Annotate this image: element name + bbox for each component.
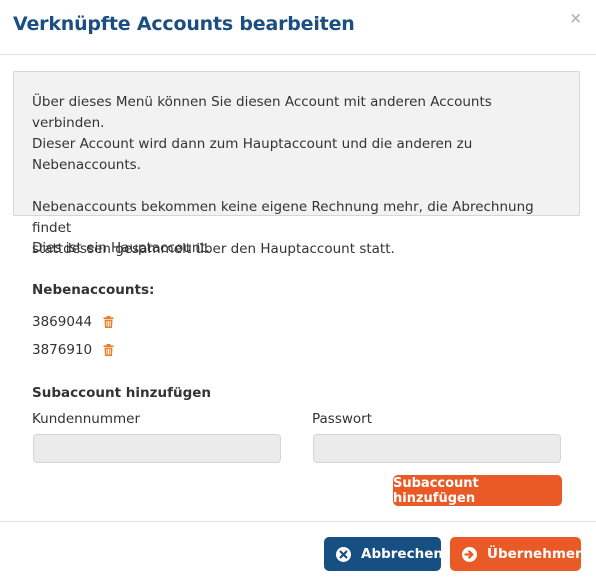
trash-icon[interactable] [103,316,114,328]
info-paragraph-1: Über dieses Menü können Sie diesen Accou… [32,92,561,176]
apply-label: Übernehmen [487,546,585,562]
add-subaccount-button[interactable]: Subaccount hinzufügen [393,475,562,506]
info-line: Nebenaccounts bekommen keine eigene Rech… [32,199,534,236]
add-subaccount-heading: Subaccount hinzufügen [32,385,211,401]
x-circle-icon [336,546,351,562]
customer-number-label: Kundennummer [32,411,140,427]
close-button[interactable]: × [569,9,582,27]
dialog-title: Verknüpfte Accounts bearbeiten [13,13,355,35]
dialog-header: Verknüpfte Accounts bearbeiten × [0,0,596,55]
cancel-label: Abbrechen [361,546,443,562]
password-input[interactable] [313,434,561,463]
trash-icon[interactable] [103,344,114,356]
subaccount-number: 3876910 [32,342,93,358]
customer-number-input[interactable] [33,434,281,463]
subaccounts-heading: Nebenaccounts: [32,282,155,298]
subaccount-number: 3869044 [32,314,93,330]
info-box: Über dieses Menü können Sie diesen Accou… [13,71,580,257]
main-account-status: Dies ist ein Hauptaccount. [32,240,210,256]
arrow-right-circle-icon [462,546,477,562]
info-line: Über dieses Menü können Sie diesen Accou… [32,94,492,131]
subaccount-row: 3869044 [32,314,114,330]
footer-divider [0,521,596,522]
cancel-button[interactable]: Abbrechen [324,537,443,571]
subaccount-row: 3876910 [32,342,114,358]
info-line: Dieser Account wird dann zum Hauptaccoun… [32,136,473,173]
apply-button[interactable]: Übernehmen [450,537,585,571]
password-label: Passwort [312,411,373,427]
